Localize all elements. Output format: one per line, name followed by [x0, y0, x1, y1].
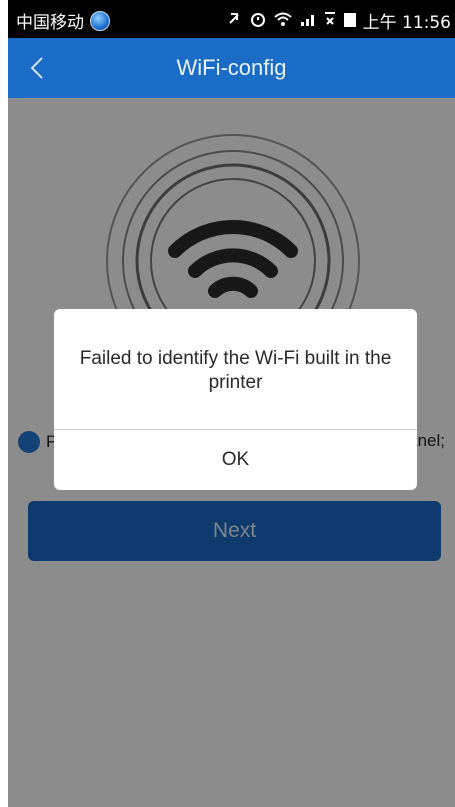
dialog-message: Failed to identify the Wi-Fi built in th…	[79, 348, 392, 393]
carrier-label: 中国移动	[16, 13, 84, 33]
mute-icon	[225, 10, 243, 31]
data-icon	[323, 10, 337, 31]
wifi-icon	[273, 10, 293, 31]
alarm-icon	[249, 10, 267, 31]
status-bar: 中国移动 上午 11:56	[8, 0, 455, 38]
status-time: 上午 11:56	[362, 13, 451, 33]
status-right: 上午 11:56	[225, 8, 451, 33]
ok-button[interactable]: OK	[54, 430, 417, 490]
app-bar: WiFi-config	[8, 38, 455, 98]
status-left: 中国移动	[16, 8, 110, 33]
globe-icon	[90, 10, 110, 31]
battery-icon	[343, 10, 357, 31]
signal-icon	[299, 10, 317, 31]
page-title: WiFi-config	[176, 55, 287, 80]
error-dialog: Failed to identify the Wi-Fi built in th…	[54, 309, 417, 490]
